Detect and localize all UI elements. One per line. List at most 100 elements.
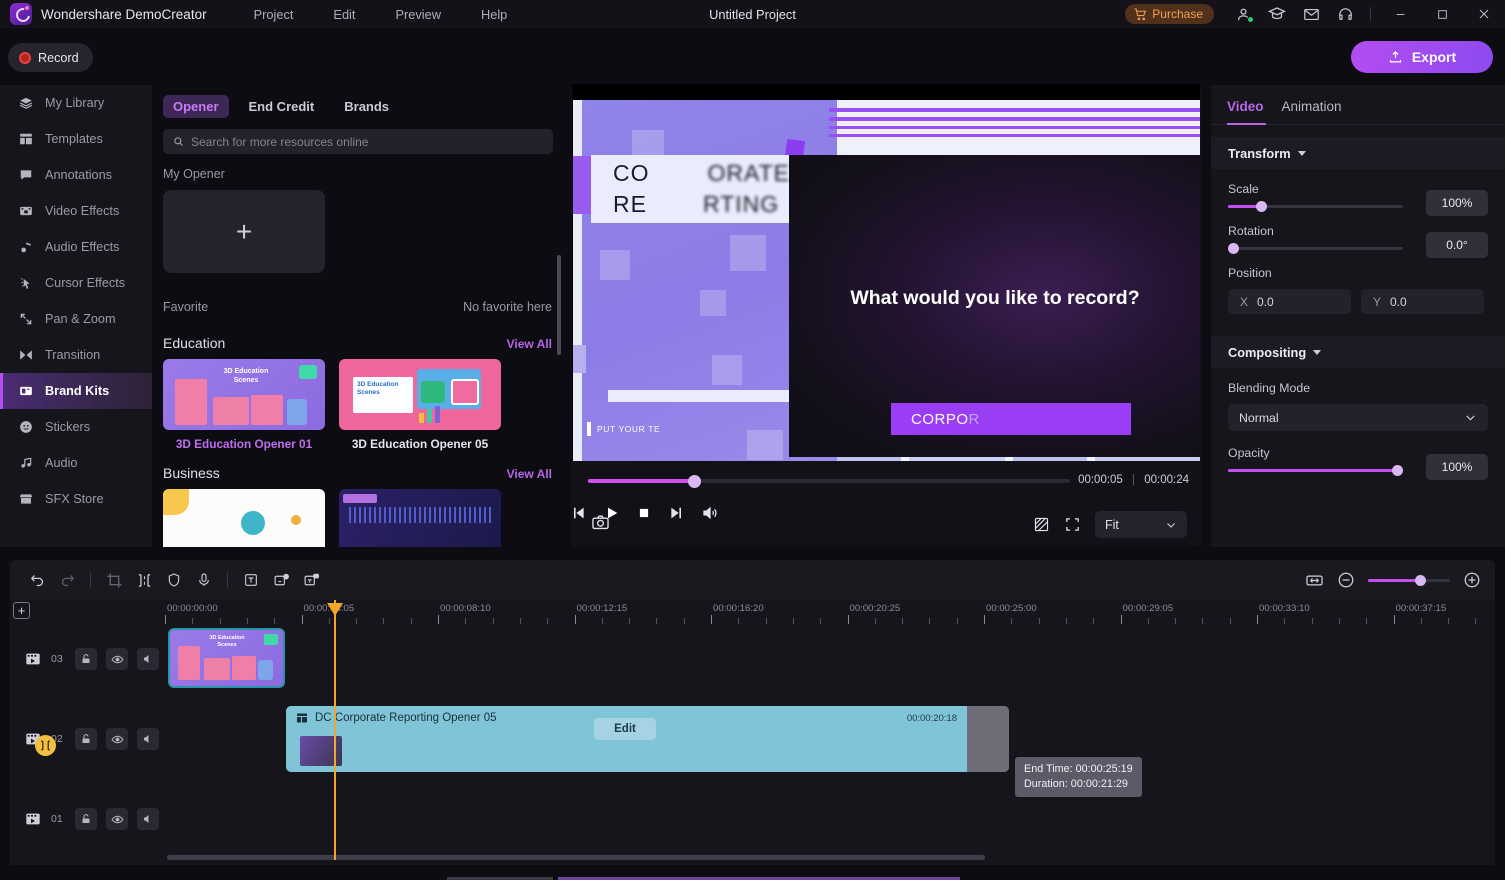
seek-slider[interactable] [588, 475, 1070, 488]
sidebar-item-annotations[interactable]: Annotations [0, 157, 152, 193]
sidebar-item-pan-zoom[interactable]: Pan & Zoom [0, 301, 152, 337]
menu-item-preview[interactable]: Preview [395, 7, 441, 22]
search-input[interactable]: Search for more resources online [163, 129, 553, 154]
fit-timeline-button[interactable] [1305, 571, 1324, 590]
zoom-in-button[interactable] [1463, 571, 1481, 589]
transform-section-header[interactable]: Transform [1211, 137, 1505, 169]
redo-button[interactable] [52, 560, 82, 600]
stop-button[interactable] [637, 506, 651, 520]
timeline-horizontal-scrollbar[interactable] [167, 855, 985, 860]
timeline-zoom-slider[interactable] [1368, 574, 1450, 586]
speech-to-text-button[interactable]: T [266, 560, 296, 600]
timeline-clip-education[interactable]: 3D Education Scenes [168, 628, 285, 688]
minimize-button[interactable] [1379, 0, 1421, 28]
text-button[interactable] [236, 560, 266, 600]
menu-item-help[interactable]: Help [481, 7, 507, 22]
view-all-business[interactable]: View All [507, 467, 552, 481]
library-scrollbar[interactable] [557, 255, 561, 355]
close-button[interactable] [1463, 0, 1505, 28]
preview-seek-row: 00:00:05 | 00:00:24 [571, 466, 1201, 498]
track-lock-button[interactable] [75, 728, 97, 750]
compositing-section-header[interactable]: Compositing [1211, 336, 1505, 368]
opacity-value[interactable]: 100% [1426, 454, 1488, 480]
undo-button[interactable] [22, 560, 52, 600]
film-strip-icon [17, 204, 34, 218]
account-icon[interactable] [1226, 0, 1260, 28]
zoom-level-select[interactable]: Fit [1095, 511, 1187, 538]
purchase-button[interactable]: Purchase [1125, 4, 1214, 24]
track-visibility-button[interactable] [106, 808, 128, 830]
sidebar-item-video-effects[interactable]: Video Effects [0, 193, 152, 229]
track-visibility-button[interactable] [106, 648, 128, 670]
track-mute-button[interactable] [137, 808, 159, 830]
export-button[interactable]: Export [1351, 41, 1493, 73]
sidebar-item-transition[interactable]: Transition [0, 337, 152, 373]
scale-value[interactable]: 100% [1426, 190, 1488, 216]
tab-brands[interactable]: Brands [334, 95, 399, 118]
tab-opener[interactable]: Opener [163, 95, 229, 118]
tab-animation[interactable]: Animation [1282, 99, 1360, 124]
library-item[interactable] [163, 489, 325, 547]
next-frame-button[interactable] [668, 505, 684, 521]
opacity-slider[interactable] [1228, 465, 1403, 476]
volume-button[interactable] [701, 504, 719, 522]
split-badge-icon[interactable] [35, 735, 56, 756]
tab-video[interactable]: Video [1227, 99, 1282, 125]
sidebar-item-cursor-effects[interactable]: Cursor Effects [0, 265, 152, 301]
add-opener-tile[interactable]: + [163, 190, 325, 273]
shield-button[interactable] [159, 560, 189, 600]
record-button[interactable]: Record [8, 43, 93, 72]
track-mute-button[interactable] [137, 728, 159, 750]
fullscreen-button[interactable] [1064, 516, 1081, 533]
tab-end-credit[interactable]: End Credit [239, 95, 325, 118]
scale-slider[interactable] [1228, 201, 1403, 212]
voiceover-button[interactable] [189, 560, 219, 600]
library-item[interactable]: 3D Education Scenes 3D Education Opener … [339, 359, 501, 451]
scale-handle[interactable] [1256, 201, 1267, 212]
rotation-handle[interactable] [1228, 243, 1239, 254]
mail-icon[interactable] [1294, 0, 1328, 28]
previous-frame-button[interactable] [571, 505, 587, 521]
library-item[interactable]: 3D Education Scenes 3D Education Opener … [163, 359, 325, 451]
ruler-subtick [192, 618, 194, 624]
track-visibility-button[interactable] [106, 728, 128, 750]
sidebar-item-templates[interactable]: Templates [0, 121, 152, 157]
clip-edit-button[interactable]: Edit [594, 718, 656, 740]
rotation-slider[interactable] [1228, 243, 1403, 254]
track-lock-button[interactable] [75, 648, 97, 670]
position-x-field[interactable]: X 0.0 [1228, 289, 1351, 314]
sidebar-item-audio-effects[interactable]: Audio Effects [0, 229, 152, 265]
playhead[interactable] [327, 600, 343, 860]
rotation-value[interactable]: 0.0° [1426, 232, 1488, 258]
sidebar-item-audio[interactable]: Audio [0, 445, 152, 481]
title-bar-right: Purchase [1125, 0, 1505, 28]
sidebar-item-sfx-store[interactable]: SFX Store [0, 481, 152, 517]
blending-mode-select[interactable]: Normal [1228, 404, 1488, 431]
sidebar-item-my-library[interactable]: My Library [0, 85, 152, 121]
sidebar-item-brand-kits[interactable]: Brand Kits [0, 373, 152, 409]
menu-item-edit[interactable]: Edit [333, 7, 355, 22]
timeline-ruler[interactable]: 00:00:00:00 00:00:04:05 00:00:08:10 00:00:1… [10, 600, 1495, 627]
snapshot-button[interactable] [591, 513, 610, 532]
view-all-education[interactable]: View All [507, 337, 552, 351]
timeline-zoom-handle[interactable] [1415, 574, 1426, 586]
maximize-button[interactable] [1421, 0, 1463, 28]
library-item[interactable] [339, 489, 501, 547]
support-icon[interactable] [1328, 0, 1362, 28]
crop-button[interactable] [99, 560, 129, 600]
seek-handle[interactable] [688, 475, 701, 488]
position-y-field[interactable]: Y 0.0 [1361, 289, 1484, 314]
track-lock-button[interactable] [75, 808, 97, 830]
opacity-handle[interactable] [1392, 465, 1403, 476]
export-label: Export [1411, 49, 1457, 65]
academy-icon[interactable] [1260, 0, 1294, 28]
clip-trim-handle[interactable] [967, 706, 1009, 772]
mask-button[interactable] [1033, 516, 1050, 533]
sidebar-item-stickers[interactable]: Stickers [0, 409, 152, 445]
text-to-speech-button[interactable] [296, 560, 326, 600]
zoom-out-button[interactable] [1337, 571, 1355, 589]
track-mute-button[interactable] [137, 648, 159, 670]
timeline-clip-corporate[interactable]: DC Corporate Reporting Opener 05 00:00:2… [286, 706, 1009, 772]
split-button[interactable] [129, 560, 159, 600]
menu-item-project[interactable]: Project [254, 7, 294, 22]
